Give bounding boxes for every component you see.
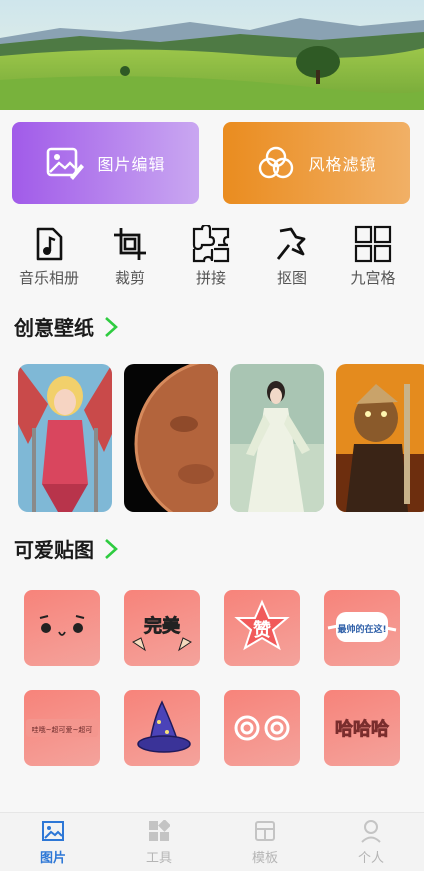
nav-label: 模板 xyxy=(251,851,278,866)
sticker-zan[interactable]: 赞 xyxy=(224,590,300,666)
template-icon xyxy=(252,818,278,844)
tool-label: 九宫格 xyxy=(350,269,396,287)
sticker-text: 哇哦~超可爱~超可 xyxy=(32,725,93,734)
filter-circles-icon xyxy=(256,145,296,181)
tool-label: 抠图 xyxy=(276,269,307,287)
puzzle-icon xyxy=(192,225,230,263)
sticker-text: 最帅的在这! xyxy=(337,623,386,635)
sticker-section-title: 可爱贴图 xyxy=(14,538,94,562)
chevron-right-icon[interactable] xyxy=(104,316,120,338)
tool-label: 裁剪 xyxy=(114,269,145,287)
image-edit-icon xyxy=(45,145,85,181)
sticker-text: 哈哈哈 xyxy=(335,718,389,740)
tool-nine-grid[interactable]: 九宫格 xyxy=(336,225,410,291)
image-edit-label: 图片编辑 xyxy=(97,155,166,174)
tool-cutout[interactable]: 抠图 xyxy=(255,225,329,291)
style-filter-card[interactable]: 风格滤镜 xyxy=(223,122,410,204)
sticker-wizard-hat[interactable] xyxy=(124,690,200,766)
landscape-image xyxy=(0,0,424,110)
wallpaper-game-hero[interactable] xyxy=(336,364,424,512)
nav-tab-images[interactable]: 图片 xyxy=(0,813,106,871)
sticker-text: 完美 xyxy=(144,615,180,637)
tool-label: 拼接 xyxy=(195,269,226,287)
sticker-section-header: 可爱贴图 xyxy=(14,534,120,563)
tool-music-album[interactable]: 音乐相册 xyxy=(12,225,86,291)
sticker-zuishuaide[interactable]: 最帅的在这! xyxy=(324,590,400,666)
person-icon xyxy=(358,818,384,844)
tool-crop[interactable]: 裁剪 xyxy=(93,225,167,291)
wallpaper-anime-warrior[interactable] xyxy=(18,364,112,512)
sticker-wanmei[interactable]: 完美 xyxy=(124,590,200,666)
tools-grid-icon xyxy=(146,818,172,844)
nav-label: 图片 xyxy=(39,851,66,866)
grid-icon xyxy=(354,225,392,263)
sticker-text: 赞 xyxy=(252,620,271,641)
sticker-hahaha[interactable]: 哈哈哈 xyxy=(324,690,400,766)
bottom-nav: 图片 工具 模板 个人 xyxy=(0,812,424,871)
music-note-icon xyxy=(30,225,68,263)
nav-label: 个人 xyxy=(357,851,384,866)
sticker-banner-text[interactable]: 哇哦~超可爱~超可 xyxy=(24,690,100,766)
image-edit-card[interactable]: 图片编辑 xyxy=(12,122,199,204)
chevron-right-icon[interactable] xyxy=(104,538,120,560)
crop-icon xyxy=(111,225,149,263)
sticker-spiral-eyes[interactable] xyxy=(224,690,300,766)
cutout-icon xyxy=(273,225,311,263)
image-icon xyxy=(40,818,66,844)
nav-tab-tools[interactable]: 工具 xyxy=(106,813,212,871)
tool-label: 音乐相册 xyxy=(18,269,79,287)
nav-tab-profile[interactable]: 个人 xyxy=(318,813,424,871)
wallpaper-section-title: 创意壁纸 xyxy=(14,316,94,340)
nav-tab-templates[interactable]: 模板 xyxy=(212,813,318,871)
wallpaper-section-header: 创意壁纸 xyxy=(14,312,120,341)
nav-label: 工具 xyxy=(145,851,172,866)
wallpaper-hanfu-girl[interactable] xyxy=(230,364,324,512)
style-filter-label: 风格滤镜 xyxy=(308,155,377,174)
tool-stitch[interactable]: 拼接 xyxy=(174,225,248,291)
sticker-cute-face[interactable] xyxy=(24,590,100,666)
landscape-banner[interactable] xyxy=(0,0,424,110)
wallpaper-planet-mars[interactable] xyxy=(124,364,218,512)
